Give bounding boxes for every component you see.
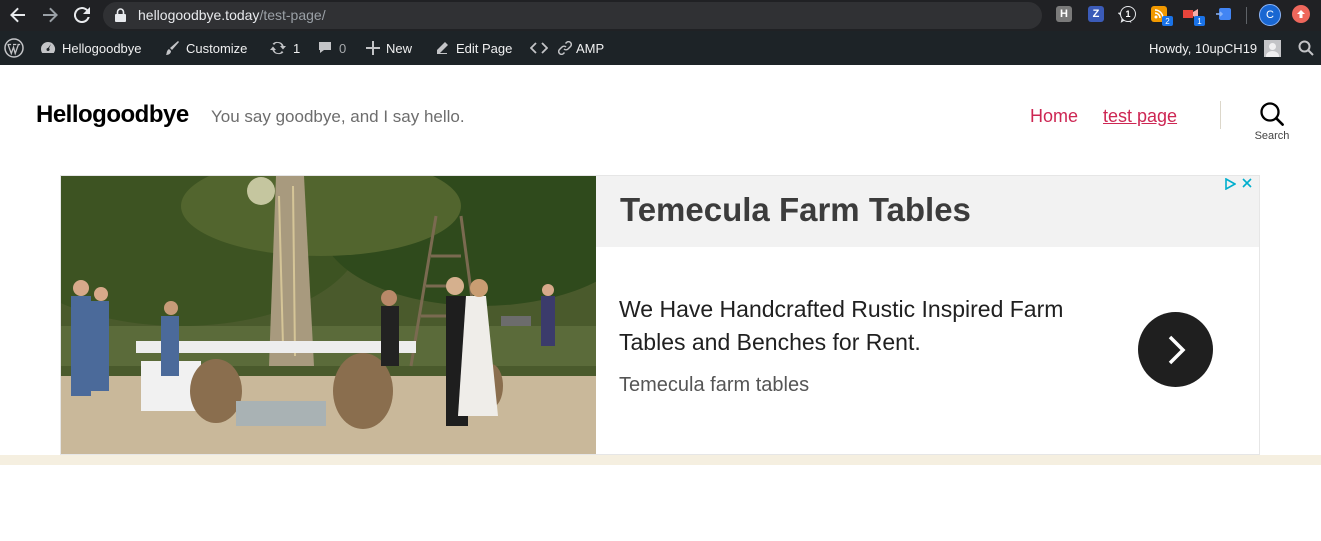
chrome-update-icon[interactable] [1292, 5, 1310, 23]
menu-item-test-page[interactable]: test page [1103, 106, 1177, 127]
toolbar-divider [1246, 7, 1247, 24]
extension-red-badge: 1 [1194, 16, 1205, 26]
edit-page-label: Edit Page [456, 40, 513, 56]
arrow-left-icon [10, 7, 25, 23]
amp-link[interactable]: AMP [558, 31, 604, 65]
chevron-right-icon [1168, 335, 1185, 364]
search-icon [1260, 102, 1284, 126]
updates-count: 1 [293, 40, 301, 56]
search-toggle-button[interactable]: Search [1246, 102, 1298, 150]
paintbrush-icon [164, 40, 180, 56]
header-divider [1220, 101, 1221, 129]
address-bar[interactable]: hellogoodbye.today/test-page/ [103, 2, 1134, 29]
arrow-right-icon [43, 7, 58, 23]
howdy-label: Howdy, 10upCH19 [1149, 40, 1258, 56]
new-label: New [386, 40, 413, 56]
ad-cta-button[interactable] [1138, 312, 1213, 387]
h-icon[interactable]: H [1056, 6, 1072, 22]
plus-icon [366, 41, 380, 55]
site-description: You say goodbye, and I say hello. [211, 107, 465, 126]
extension-blue-icon[interactable] [1216, 6, 1232, 22]
pencil-icon [434, 40, 450, 56]
code-toggle[interactable] [530, 31, 554, 65]
ad-display-url[interactable]: Temecula farm tables [619, 374, 809, 397]
edit-page-link[interactable]: Edit Page [434, 31, 512, 65]
comment-icon [317, 40, 333, 56]
site-title[interactable]: Hellogoodbye [36, 101, 189, 129]
advertisement[interactable]: Temecula Farm Tables We Have Handcrafted… [60, 175, 1260, 455]
url-text: hellogoodbye.today/test-page/ [138, 7, 326, 23]
wp-admin-bar: Hellogoodbye Customize 1 0 New Edit Page… [0, 31, 1321, 65]
comments-count: 0 [339, 40, 347, 56]
close-icon [1242, 178, 1252, 188]
new-content-menu[interactable]: New [366, 31, 412, 65]
updates-link[interactable]: 1 [269, 31, 300, 65]
my-account-menu[interactable]: Howdy, 10upCH19 [1149, 31, 1282, 65]
ad-choices[interactable] [1225, 178, 1252, 190]
updates-icon [269, 40, 287, 56]
rss-badge: 2 [1162, 16, 1173, 26]
forward-button[interactable] [38, 3, 62, 27]
ad-photo[interactable] [61, 176, 596, 454]
z-icon[interactable]: Z [1088, 6, 1104, 22]
amp-label: AMP [576, 40, 605, 56]
browser-toolbar: hellogoodbye.today/test-page/ H Z 1 2 1 … [0, 0, 1321, 31]
site-name-label: Hellogoodbye [62, 40, 142, 56]
search-label: Search [1254, 130, 1290, 142]
code-icon [530, 41, 548, 55]
customize-label: Customize [186, 40, 248, 56]
site-name-menu[interactable]: Hellogoodbye [40, 31, 142, 65]
adchoices-icon [1225, 178, 1236, 190]
back-button[interactable] [6, 3, 30, 27]
onepassword-icon[interactable]: 1 [1120, 6, 1136, 22]
user-avatar-icon [1264, 39, 1282, 57]
url-host: hellogoodbye.today [138, 7, 260, 23]
ad-body-text[interactable]: We Have Handcrafted Rustic Inspired Farm… [619, 293, 1109, 359]
reload-icon [74, 7, 90, 23]
search-icon [1298, 40, 1314, 56]
ad-title[interactable]: Temecula Farm Tables [620, 191, 971, 229]
wordpress-icon [4, 38, 24, 58]
ad-header[interactable]: Temecula Farm Tables [596, 176, 1259, 247]
adminbar-search-button[interactable] [1298, 31, 1314, 65]
profile-avatar[interactable]: C [1259, 4, 1281, 26]
lock-icon [115, 8, 126, 22]
reload-button[interactable] [70, 3, 94, 27]
wp-logo-menu[interactable] [4, 31, 24, 65]
content-divider-strip [0, 455, 1321, 465]
comments-link[interactable]: 0 [317, 31, 346, 65]
dashboard-icon [40, 40, 56, 56]
link-icon [558, 41, 572, 55]
customize-link[interactable]: Customize [164, 31, 247, 65]
menu-item-home[interactable]: Home [1030, 106, 1078, 127]
url-path: /test-page/ [259, 7, 326, 23]
